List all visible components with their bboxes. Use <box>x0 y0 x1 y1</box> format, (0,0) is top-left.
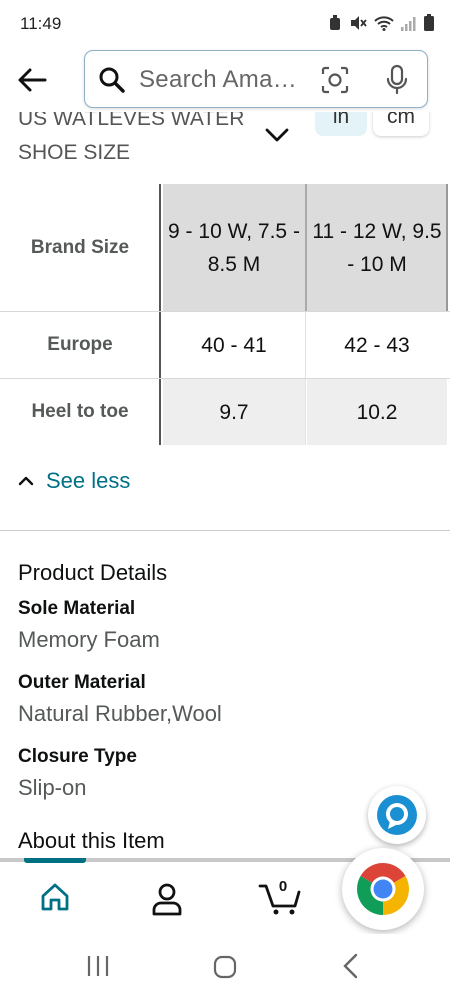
status-icons <box>328 14 434 31</box>
chrome-bubble[interactable] <box>342 848 424 930</box>
back-chevron-icon <box>343 953 358 979</box>
chrome-icon <box>357 863 409 915</box>
product-details-title: Product Details <box>18 560 168 585</box>
signal-icon <box>401 16 416 31</box>
chevron-up-icon <box>18 476 34 486</box>
row-label: Brand Size <box>0 184 160 311</box>
recent-apps-button[interactable] <box>86 954 110 983</box>
nav-active-indicator <box>24 858 86 863</box>
back-button[interactable] <box>14 62 50 98</box>
home-circle-icon <box>213 955 237 979</box>
mic-icon[interactable] <box>385 64 409 96</box>
unit-toggle-in[interactable]: in <box>315 112 367 136</box>
back-arrow-icon <box>18 68 47 92</box>
section-divider <box>0 530 450 531</box>
table-row: Brand Size 9 - 10 W, 7.5 - 8.5 M 11 - 12… <box>0 184 450 312</box>
size-chart-heading: US WATLEVES WATER SHOE SIZE <box>18 112 245 164</box>
nav-home[interactable] <box>40 882 70 917</box>
mute-icon <box>351 15 367 30</box>
row-label: Heel to toe <box>0 379 160 445</box>
table-cell: 40 - 41 <box>201 333 267 357</box>
search-placeholder: Search Ama… <box>139 66 298 93</box>
table-cell: 10.2 <box>307 379 447 445</box>
see-less-label: See less <box>46 468 131 493</box>
android-home-button[interactable] <box>212 954 238 985</box>
android-nav-bar <box>0 934 450 1000</box>
attribute-name: Closure Type <box>18 746 137 767</box>
cell-divider <box>305 184 307 311</box>
table-cell: 11 - 12 W, 9.5 - 10 M <box>307 184 447 311</box>
column-divider <box>159 379 161 445</box>
unit-toggle-cm[interactable]: cm <box>373 112 429 136</box>
cell-divider <box>305 379 306 445</box>
attribute-value: Natural Rubber,Wool <box>18 701 222 726</box>
camera-lens-icon[interactable] <box>321 66 349 94</box>
column-divider <box>159 312 161 378</box>
search-icon <box>99 67 125 93</box>
see-less-link[interactable]: See less <box>18 468 130 494</box>
battery-icon <box>424 14 434 31</box>
cell-divider <box>305 312 306 378</box>
wifi-icon <box>374 15 394 31</box>
attribute-value: Memory Foam <box>18 627 160 652</box>
table-cell: 9.7 <box>163 379 305 445</box>
cell-divider <box>446 184 448 311</box>
account-icon <box>152 883 182 916</box>
status-bar: 11:49 <box>0 0 450 48</box>
home-icon <box>41 883 69 911</box>
table-cell: 9 - 10 W, 7.5 - 8.5 M <box>163 184 305 311</box>
android-back-button[interactable] <box>340 952 362 985</box>
nav-account[interactable] <box>150 882 184 921</box>
alarm-icon <box>330 14 340 30</box>
column-divider <box>159 184 161 311</box>
table-cell: 42 - 43 <box>344 333 410 357</box>
nav-cart[interactable]: 0 <box>258 878 304 921</box>
chevron-down-icon[interactable] <box>264 126 290 144</box>
status-time: 11:49 <box>20 14 62 33</box>
table-row: Heel to toe 9.7 10.2 <box>0 379 450 445</box>
attribute-name: Sole Material <box>18 598 136 619</box>
attribute-value: Slip-on <box>18 775 87 800</box>
app-header: Search Ama… <box>0 48 450 112</box>
recent-apps-icon <box>87 956 109 976</box>
table-row: Europe 40 - 41 42 - 43 <box>0 312 450 379</box>
about-item-title: About this Item <box>18 828 165 853</box>
alexa-button[interactable] <box>368 786 426 844</box>
search-input[interactable]: Search Ama… <box>84 50 428 108</box>
row-label: Europe <box>0 312 160 378</box>
cart-count: 0 <box>278 878 288 895</box>
attribute-name: Outer Material <box>18 672 146 693</box>
page-content: US WATLEVES WATER SHOE SIZE in cm Brand … <box>0 112 450 860</box>
alexa-icon <box>377 795 417 835</box>
